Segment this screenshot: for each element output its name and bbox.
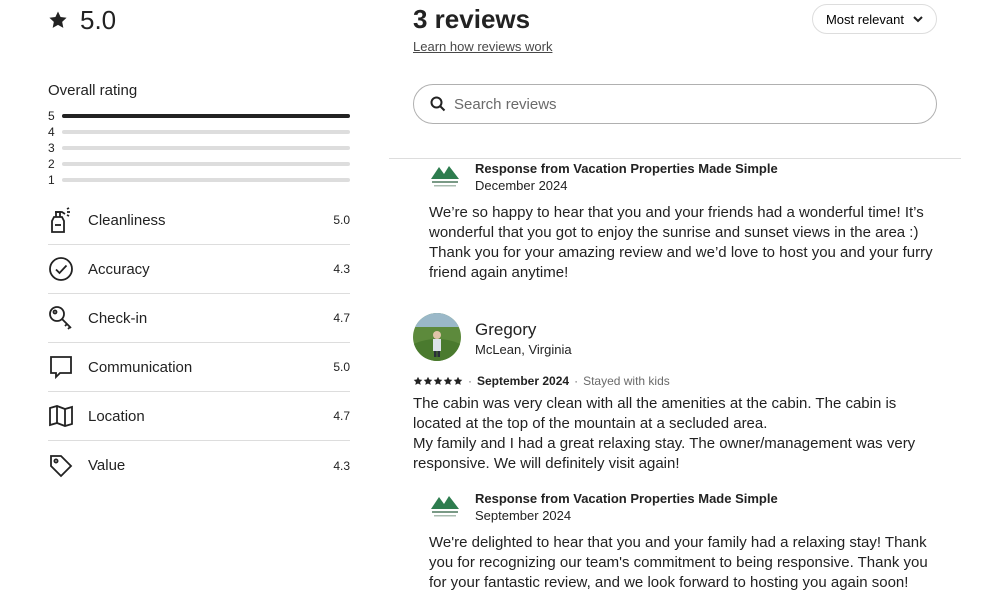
ratings-panel: 5.0 Overall rating 5 4 3 2 1 Cleanliness… — [48, 0, 350, 490]
category-label: Communication — [88, 358, 193, 376]
category-value: 4.7 — [333, 409, 350, 423]
category-label: Location — [88, 407, 145, 425]
category-value: 4.7 — [333, 311, 350, 325]
rating-bar-label: 5 — [48, 109, 55, 123]
rating-bar-label: 2 — [48, 157, 55, 171]
category-communication: Communication 5.0 — [48, 343, 350, 392]
rating-bar-3: 3 — [48, 140, 350, 156]
overall-score: 5.0 — [48, 0, 350, 40]
category-value: Value 4.3 — [48, 441, 350, 490]
overall-rating-title: Overall rating — [48, 82, 138, 99]
host-logo-icon — [431, 496, 459, 517]
response-header: Response from Vacation Properties Made S… — [429, 160, 939, 195]
separator-dot: · — [468, 374, 472, 388]
divider — [389, 158, 961, 159]
separator-dot: · — [574, 374, 579, 388]
sort-dropdown-button[interactable]: Most relevant — [811, 4, 937, 34]
category-value: 5.0 — [333, 360, 350, 374]
response-date: December 2024 — [475, 178, 568, 193]
rating-bar-track — [62, 130, 350, 134]
host-logo-icon — [431, 166, 459, 187]
reviewer-name: Gregory — [475, 319, 537, 339]
rating-bar-1: 1 — [48, 172, 350, 188]
key-icon — [48, 304, 88, 332]
category-ratings: Cleanliness 5.0 Accuracy 4.3 Check-in 4.… — [48, 196, 350, 490]
overall-score-value: 5.0 — [80, 4, 117, 35]
rating-bar-fill — [62, 114, 350, 118]
category-label: Check-in — [88, 309, 148, 327]
category-cleanliness: Cleanliness 5.0 — [48, 196, 350, 245]
reviewer-info: Gregory McLean, Virginia — [413, 313, 939, 361]
response-header: Response from Vacation Properties Made S… — [429, 490, 939, 525]
avatar[interactable] — [413, 313, 461, 361]
response-date: September 2024 — [475, 508, 572, 523]
sort-label: Most relevant — [825, 11, 904, 27]
response-author: Response from Vacation Properties Made S… — [475, 161, 778, 176]
rating-bar-track — [62, 114, 350, 118]
review-date: September 2024 — [477, 374, 570, 388]
review-text: The cabin was very clean with all the am… — [413, 394, 939, 474]
category-check-in: Check-in 4.7 — [48, 294, 350, 343]
spray-bottle-icon — [48, 206, 88, 234]
host-response: Response from Vacation Properties Made S… — [429, 160, 939, 283]
star-icon — [413, 376, 423, 385]
tag-icon — [48, 452, 88, 480]
learn-how-reviews-work-link[interactable]: Learn how reviews work — [413, 39, 552, 54]
category-label: Accuracy — [88, 260, 150, 278]
review-stars — [413, 376, 463, 386]
rating-distribution: 5 4 3 2 1 — [48, 108, 350, 188]
response-text: We’re so happy to hear that you and your… — [429, 204, 933, 281]
search-input[interactable] — [454, 95, 894, 113]
star-icon — [49, 11, 67, 28]
search-icon — [430, 96, 446, 112]
response-text: We're delighted to hear that you and you… — [429, 534, 928, 591]
map-icon — [48, 402, 88, 430]
rating-bar-4: 4 — [48, 124, 350, 140]
response-author: Response from Vacation Properties Made S… — [475, 491, 778, 506]
category-value: 5.0 — [333, 213, 350, 227]
rating-bar-5: 5 — [48, 108, 350, 124]
trip-type: Stayed with kids — [583, 374, 670, 388]
rating-bar-track — [62, 162, 350, 166]
review-text-paragraph: My family and I had a great relaxing sta… — [413, 435, 916, 472]
search-reviews-field[interactable] — [413, 84, 937, 124]
chevron-down-icon — [913, 16, 923, 23]
reviews-header: 3 reviews Learn how reviews work Most re… — [413, 0, 937, 124]
rating-bar-label: 1 — [48, 173, 55, 187]
rating-bar-label: 3 — [48, 141, 55, 155]
star-icon — [453, 376, 463, 385]
category-value: 4.3 — [333, 262, 350, 276]
rating-bar-2: 2 — [48, 156, 350, 172]
rating-bar-track — [62, 146, 350, 150]
star-icon — [443, 376, 453, 385]
reviewer-location: McLean, Virginia — [475, 341, 572, 357]
category-label: Value — [88, 457, 126, 474]
chat-bubble-icon — [48, 353, 88, 381]
star-icon — [433, 376, 443, 385]
review-card: Gregory McLean, Virginia · September 202… — [413, 313, 939, 474]
rating-bar-label: 4 — [48, 125, 55, 139]
review-text-paragraph: The cabin was very clean with all the am… — [413, 395, 897, 432]
rating-bar-track — [62, 178, 350, 182]
review-meta: · September 2024 · Stayed with kids — [413, 374, 939, 388]
category-location: Location 4.7 — [48, 392, 350, 441]
star-icon — [423, 376, 433, 385]
category-label: Cleanliness — [88, 211, 166, 229]
category-accuracy: Accuracy 4.3 — [48, 245, 350, 294]
check-circle-icon — [48, 255, 88, 283]
host-response: Response from Vacation Properties Made S… — [429, 490, 939, 593]
category-value: 4.3 — [333, 458, 350, 473]
